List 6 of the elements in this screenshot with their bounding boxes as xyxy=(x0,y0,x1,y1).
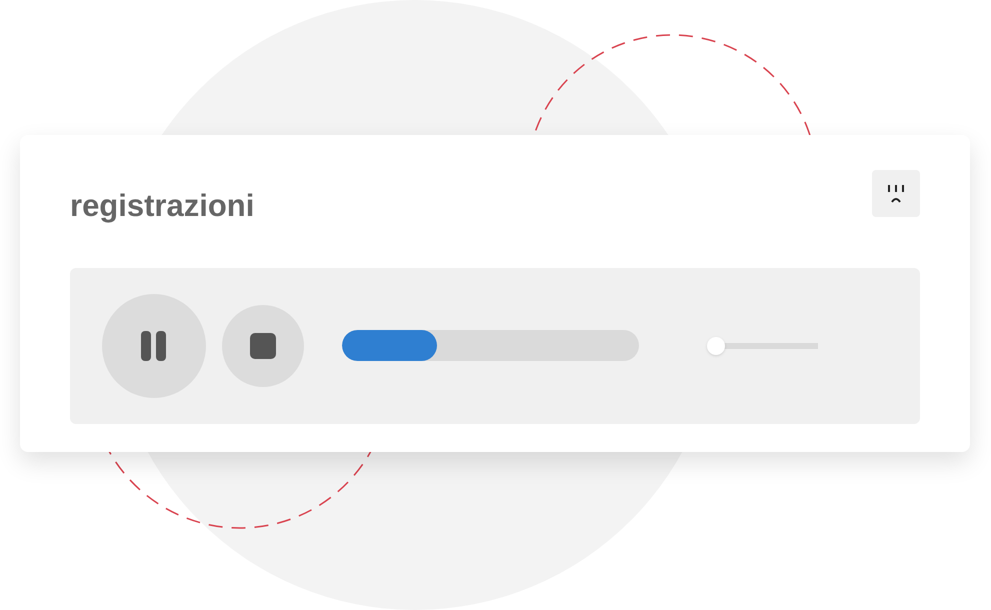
face-icon xyxy=(886,182,906,204)
card-title: registrazioni xyxy=(70,187,254,225)
stop-icon xyxy=(250,332,276,358)
volume-thumb[interactable] xyxy=(707,336,726,354)
menu-button[interactable] xyxy=(872,170,920,217)
pause-icon xyxy=(141,330,167,360)
